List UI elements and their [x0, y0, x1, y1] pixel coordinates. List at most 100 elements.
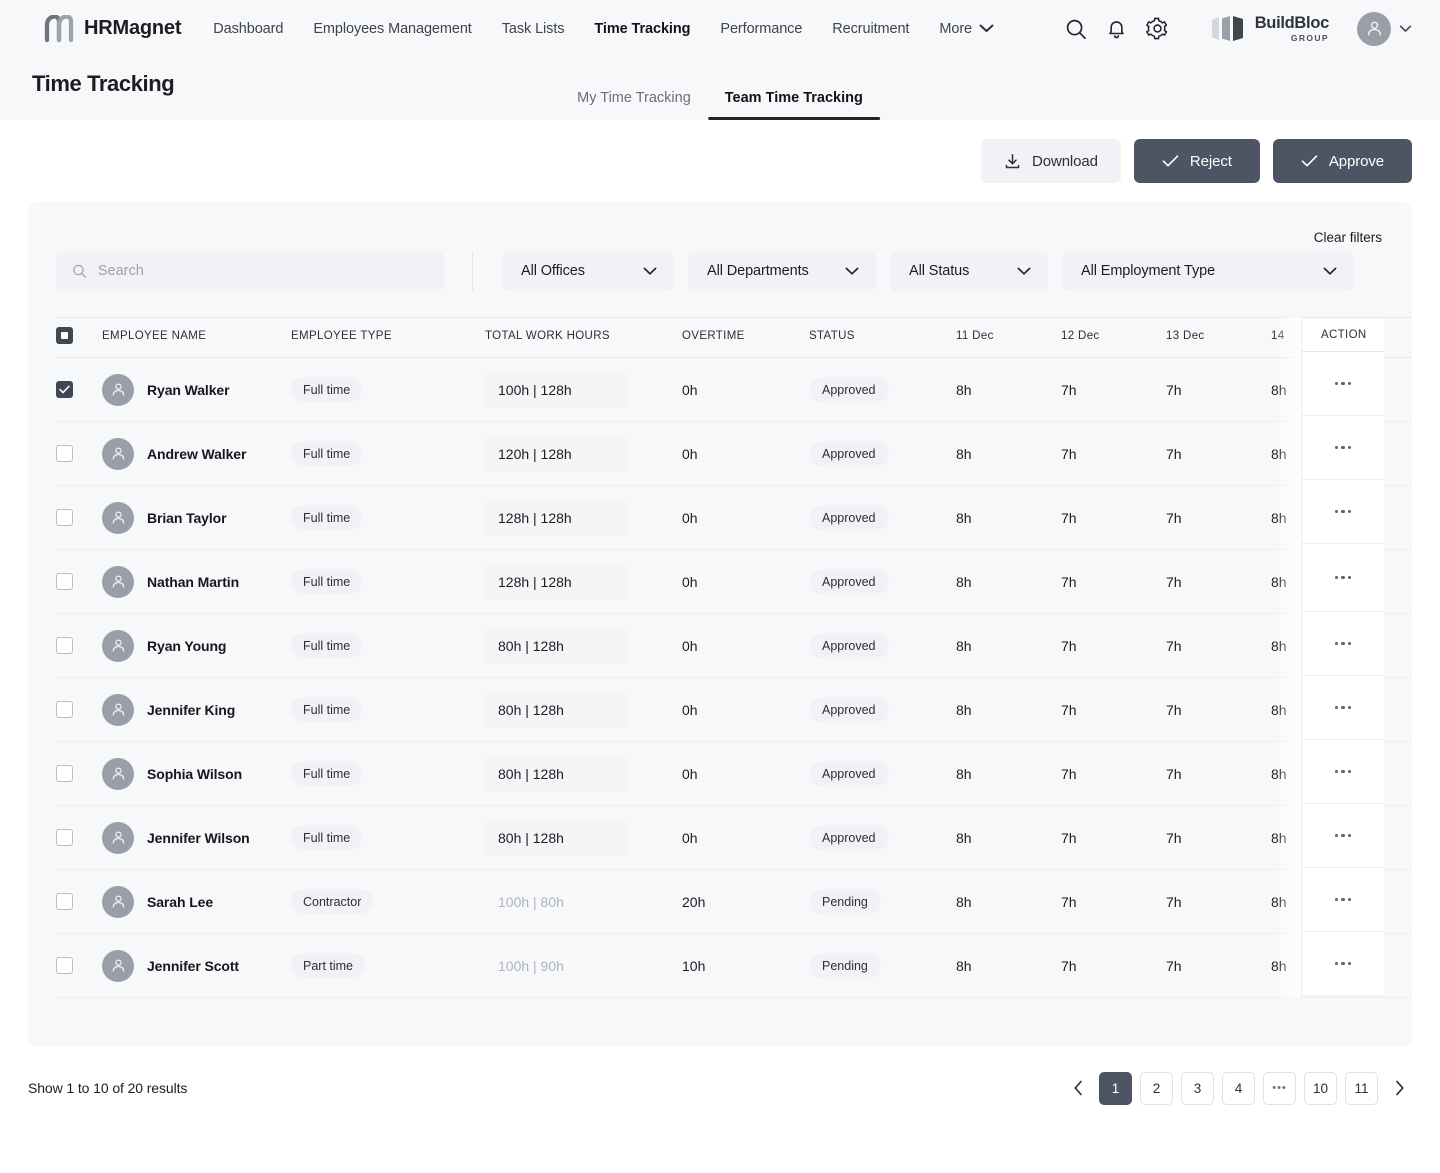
cell-row-select: [56, 869, 102, 934]
table-row[interactable]: Sophia Wilson Full time 80h | 128h 0h Approv…: [56, 741, 1412, 806]
offices-filter-select[interactable]: All Offices: [502, 251, 674, 291]
employment-type-filter-select[interactable]: All Employment Type: [1062, 251, 1354, 291]
employee-name-label: Jennifer Wilson: [147, 829, 250, 846]
nav-item-performance[interactable]: Performance: [720, 21, 802, 37]
pagination-page-11[interactable]: 11: [1345, 1071, 1378, 1105]
total-work-hours-value: 100h | 128h: [485, 371, 629, 408]
search-box[interactable]: [56, 251, 444, 291]
cell-day-2: 7h: [1166, 933, 1271, 998]
row-more-actions-icon[interactable]: [1334, 961, 1352, 966]
top-navigation-bar: HRMagnet Dashboard Employees Management …: [0, 0, 1440, 57]
brand-logo[interactable]: HRMagnet: [44, 14, 181, 43]
clear-filters-button[interactable]: Clear filters: [1314, 230, 1382, 245]
row-checkbox[interactable]: [56, 765, 73, 782]
table-row[interactable]: Nathan Martin Full time 128h | 128h 0h Appro…: [56, 549, 1412, 614]
total-work-hours-value: 80h | 128h: [485, 819, 629, 856]
table-row[interactable]: Ryan Walker Full time 100h | 128h 0h Approve…: [56, 357, 1412, 422]
search-icon[interactable]: [1065, 18, 1087, 40]
status-badge: Approved: [809, 696, 889, 723]
pagination-page-10[interactable]: 10: [1304, 1071, 1337, 1105]
chevron-down-icon: [643, 267, 657, 275]
column-day-11-dec[interactable]: 11 Dec: [956, 317, 1061, 358]
nav-item-more[interactable]: More: [939, 21, 994, 37]
action-cell: [1302, 612, 1384, 676]
check-icon: [1301, 155, 1318, 167]
nav-item-employees-management[interactable]: Employees Management: [313, 21, 472, 37]
cell-status: Approved: [809, 741, 956, 806]
pagination-page-1[interactable]: 1: [1099, 1071, 1132, 1105]
pagination-prev-button[interactable]: [1065, 1072, 1091, 1105]
pagination-page-4[interactable]: 4: [1222, 1071, 1255, 1105]
cell-row-select: [56, 485, 102, 550]
cell-total-work-hours: 80h | 128h: [485, 805, 682, 870]
pagination-next-button[interactable]: [1386, 1072, 1412, 1105]
search-input[interactable]: [97, 263, 428, 279]
employee-type-badge: Full time: [291, 441, 363, 466]
row-more-actions-icon[interactable]: [1334, 833, 1352, 838]
pagination-page-2[interactable]: 2: [1140, 1071, 1173, 1105]
tab-team-time-tracking[interactable]: Team Time Tracking: [707, 90, 880, 120]
pagination-ellipsis[interactable]: •••: [1263, 1071, 1296, 1105]
table-row[interactable]: Andrew Walker Full time 120h | 128h 0h Appro…: [56, 421, 1412, 486]
column-employee-name[interactable]: EMPLOYEE NAME: [102, 317, 291, 358]
employee-type-badge: Full time: [291, 377, 363, 402]
nav-item-dashboard[interactable]: Dashboard: [213, 21, 283, 37]
row-checkbox[interactable]: [56, 509, 73, 526]
column-total-work-hours[interactable]: TOTAL WORK HOURS: [485, 317, 682, 358]
table-row[interactable]: Sarah Lee Contractor 100h | 80h 20h Pending 8…: [56, 869, 1412, 934]
employee-type-badge: Full time: [291, 569, 363, 594]
table-row[interactable]: Brian Taylor Full time 128h | 128h 0h Approv…: [56, 485, 1412, 550]
table-row[interactable]: Jennifer Wilson Full time 80h | 128h 0h Appr…: [56, 805, 1412, 870]
row-checkbox[interactable]: [56, 445, 73, 462]
column-overtime[interactable]: OVERTIME: [682, 317, 809, 358]
gear-icon[interactable]: [1145, 17, 1169, 40]
row-checkbox[interactable]: [56, 573, 73, 590]
nav-item-recruitment[interactable]: Recruitment: [832, 21, 909, 37]
cell-employee-name: Sophia Wilson: [102, 741, 291, 806]
avatar: [102, 949, 134, 982]
status-filter-select[interactable]: All Status: [890, 251, 1048, 291]
row-more-actions-icon[interactable]: [1334, 445, 1352, 450]
bell-icon[interactable]: [1106, 18, 1127, 40]
row-checkbox[interactable]: [56, 637, 73, 654]
column-day-13-dec[interactable]: 13 Dec: [1166, 317, 1271, 358]
row-more-actions-icon[interactable]: [1334, 641, 1352, 646]
user-account-menu[interactable]: [1357, 11, 1412, 46]
row-checkbox[interactable]: [56, 381, 73, 398]
column-status[interactable]: STATUS: [809, 317, 956, 358]
pagination-page-3[interactable]: 3: [1181, 1071, 1214, 1105]
row-checkbox[interactable]: [56, 829, 73, 846]
column-day-12-dec[interactable]: 12 Dec: [1061, 317, 1166, 358]
cell-status: Approved: [809, 549, 956, 614]
row-more-actions-icon[interactable]: [1334, 769, 1352, 774]
nav-item-time-tracking[interactable]: Time Tracking: [594, 21, 690, 37]
cell-employee-type: Full time: [291, 421, 485, 486]
table-row[interactable]: Jennifer Scott Part time 100h | 90h 10h Pend…: [56, 933, 1412, 998]
row-checkbox[interactable]: [56, 701, 73, 718]
tab-my-time-tracking[interactable]: My Time Tracking: [560, 90, 708, 120]
action-cell: [1302, 804, 1384, 868]
cell-employee-type: Full time: [291, 549, 485, 614]
select-all-checkbox[interactable]: [56, 327, 73, 344]
row-checkbox[interactable]: [56, 957, 73, 974]
departments-filter-select[interactable]: All Departments: [688, 251, 876, 291]
row-more-actions-icon[interactable]: [1334, 509, 1352, 514]
row-more-actions-icon[interactable]: [1334, 575, 1352, 580]
table-row[interactable]: Ryan Young Full time 80h | 128h 0h Approved 8…: [56, 613, 1412, 678]
cell-status: Approved: [809, 613, 956, 678]
download-button[interactable]: Download: [980, 139, 1121, 183]
table-row[interactable]: Jennifer King Full time 80h | 128h 0h Approv…: [56, 677, 1412, 742]
row-more-actions-icon[interactable]: [1334, 897, 1352, 902]
cell-status: Pending: [809, 869, 956, 934]
cell-employee-name: Brian Taylor: [102, 485, 291, 550]
reject-button[interactable]: Reject: [1133, 139, 1260, 183]
approve-button[interactable]: Approve: [1272, 139, 1412, 183]
cell-total-work-hours: 120h | 128h: [485, 421, 682, 486]
nav-item-task-lists[interactable]: Task Lists: [502, 21, 565, 37]
column-employee-type[interactable]: EMPLOYEE TYPE: [291, 317, 485, 358]
row-more-actions-icon[interactable]: [1334, 381, 1352, 386]
cell-day-1: 7h: [1061, 741, 1166, 806]
row-checkbox[interactable]: [56, 893, 73, 910]
cell-day-1: 7h: [1061, 549, 1166, 614]
row-more-actions-icon[interactable]: [1334, 705, 1352, 710]
